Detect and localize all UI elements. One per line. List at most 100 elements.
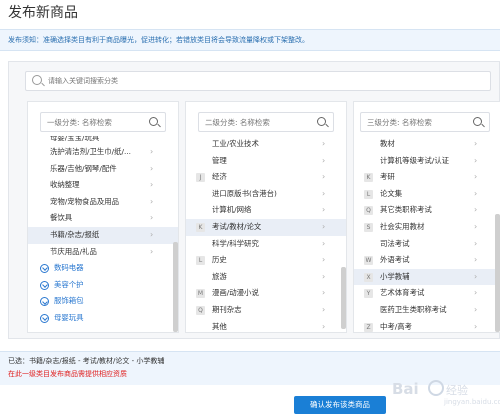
list-item-label: 旅游: [212, 271, 227, 281]
qualification-warning: 在此一级类目发布商品需提供相应资质: [8, 370, 127, 378]
list-item[interactable]: L 论文集 ›: [354, 186, 500, 203]
chevron-right-icon: ›: [150, 213, 154, 223]
index-letter: L: [364, 189, 373, 199]
level3-column: 教材 › 计算机等级考试/认证 › K 考研 › L 论文集 › Q 其它类职称考试 › S 社会实用教材 ›…: [353, 101, 500, 333]
list-item-label: 社会实用教材: [380, 221, 425, 231]
list-item-label: 计算机/网络: [212, 205, 252, 215]
index-letter: J: [196, 173, 205, 183]
level3-scrollbar[interactable]: [495, 214, 500, 332]
list-item[interactable]: K 考研 ›: [354, 169, 500, 186]
list-item[interactable]: 计算机等级考试/认证 ›: [354, 153, 500, 170]
list-item[interactable]: 其他 ›: [186, 319, 346, 332]
level2-column: 工业/农业技术 › 管理 › J 经济 › 进口原版书(含港台) › 计算机/网络 › K 考试/教材/…: [185, 101, 347, 333]
list-item-label: 节庆用品/礼品: [50, 246, 97, 256]
list-item-label: 收纳整理: [50, 180, 80, 190]
paw-icon: [428, 380, 444, 396]
list-item[interactable]: 母婴/宝宝/玩具: [28, 136, 178, 144]
list-item[interactable]: Y 艺术体育考试 ›: [354, 285, 500, 302]
chevron-right-icon: ›: [322, 188, 326, 198]
list-item[interactable]: K 考试/教材/论文 ›: [186, 218, 346, 236]
search-icon[interactable]: [473, 117, 482, 126]
list-item[interactable]: Z 中考/高考 ›: [354, 319, 500, 332]
chevron-right-icon: ›: [322, 221, 326, 231]
list-item-label: 进口原版书(含港台): [212, 188, 277, 198]
level1-scrollbar[interactable]: [173, 242, 178, 332]
list-item-label: 考试/教材/论文: [212, 221, 262, 231]
list-item[interactable]: M 漫画/动漫小说 ›: [186, 285, 346, 302]
list-item[interactable]: Q 期刊杂志 ›: [186, 302, 346, 319]
index-letter: Q: [196, 305, 205, 315]
list-item[interactable]: W 外语考试 ›: [354, 252, 500, 269]
group-label: 母婴玩具: [54, 312, 84, 322]
list-item-label: 考研: [380, 172, 395, 182]
list-item[interactable]: 工业/农业技术 ›: [186, 136, 346, 153]
chevron-right-icon: ›: [322, 271, 326, 281]
list-item[interactable]: 乐器/吉他/钢琴/配件 ›: [28, 161, 178, 178]
chevron-right-icon: ›: [474, 321, 478, 331]
list-item[interactable]: X 小学教辅 ›: [354, 268, 500, 286]
group-toggle[interactable]: 美容个护: [28, 277, 178, 294]
group-toggle[interactable]: 母婴玩具: [28, 310, 178, 327]
chevron-right-icon: ›: [474, 221, 478, 231]
level2-search[interactable]: [198, 112, 334, 132]
search-icon: [32, 75, 42, 85]
index-letter: K: [364, 173, 373, 183]
index-letter: Y: [364, 289, 373, 299]
index-letter: L: [196, 256, 205, 266]
group-toggle[interactable]: 数码电器: [28, 260, 178, 277]
list-item[interactable]: 管理 ›: [186, 153, 346, 170]
level3-search[interactable]: [360, 112, 490, 132]
group-toggle[interactable]: 服饰箱包: [28, 293, 178, 310]
index-letter: X: [364, 272, 373, 282]
list-item[interactable]: 旅游 ›: [186, 269, 346, 286]
chevron-right-icon: ›: [474, 205, 478, 215]
confirm-button[interactable]: 确认发布该类商品: [294, 396, 386, 414]
list-item[interactable]: L 历史 ›: [186, 252, 346, 269]
chevron-right-icon: ›: [150, 246, 154, 256]
chevron-right-icon: ›: [322, 304, 326, 314]
list-item[interactable]: 司法考试 ›: [354, 236, 500, 253]
level2-scrollbar[interactable]: [341, 267, 346, 329]
list-item[interactable]: 收纳整理 ›: [28, 177, 178, 194]
chevron-right-icon: ›: [474, 172, 478, 182]
group-label: 服饰箱包: [54, 296, 84, 306]
chevron-right-icon: ›: [474, 288, 478, 298]
level1-search[interactable]: [40, 112, 166, 132]
list-item[interactable]: 计算机/网络 ›: [186, 202, 346, 219]
list-item-label: 外语考试: [380, 255, 410, 265]
list-item-label: 母婴/宝宝/玩具: [50, 136, 100, 142]
list-item-label: 其它类职称考试: [380, 205, 432, 215]
list-item[interactable]: 宠物/宠物食品及用品 ›: [28, 194, 178, 211]
list-item-label: 论文集: [380, 188, 403, 198]
search-icon[interactable]: [149, 117, 158, 126]
search-icon[interactable]: [317, 117, 326, 126]
list-item[interactable]: 节庆用品/礼品 ›: [28, 244, 178, 261]
list-item[interactable]: 教材 ›: [354, 136, 500, 153]
list-item-label: 计算机等级考试/认证: [380, 155, 450, 165]
list-item[interactable]: 洗护清洁剂/卫生巾/纸/... ›: [28, 144, 178, 161]
selected-path: 已选：书籍/杂志/报纸 - 考试/教材/论文 - 小学教辅: [8, 357, 165, 365]
chevron-right-icon: ›: [474, 255, 478, 265]
category-search[interactable]: [25, 71, 491, 91]
level2-search-input[interactable]: [205, 113, 305, 131]
level3-list: 教材 › 计算机等级考试/认证 › K 考研 › L 论文集 › Q 其它类职称考试 › S 社会实用教材 ›…: [354, 136, 500, 332]
chevron-circle-icon: [40, 264, 49, 274]
category-search-input[interactable]: [48, 72, 478, 90]
list-item[interactable]: Q 其它类职称考试 ›: [354, 202, 500, 219]
list-item-label: 历史: [212, 255, 227, 265]
list-item[interactable]: 科学/科学研究 ›: [186, 236, 346, 253]
list-item-label: 司法考试: [380, 238, 410, 248]
list-item[interactable]: J 经济 ›: [186, 169, 346, 186]
chevron-right-icon: ›: [322, 255, 326, 265]
level1-search-input[interactable]: [47, 113, 147, 131]
list-item-label: 餐饮具: [50, 213, 73, 223]
list-item[interactable]: S 社会实用教材 ›: [354, 219, 500, 236]
chevron-right-icon: ›: [474, 139, 478, 148]
index-letter: S: [364, 222, 373, 232]
level3-search-input[interactable]: [367, 113, 467, 131]
list-item[interactable]: 餐饮具 ›: [28, 210, 178, 227]
list-item[interactable]: 进口原版书(含港台) ›: [186, 186, 346, 203]
list-item[interactable]: 书籍/杂志/报纸 ›: [28, 226, 178, 244]
list-item-label: 宠物/宠物食品及用品: [50, 196, 120, 206]
list-item[interactable]: 医药卫生类职称考试 ›: [354, 302, 500, 319]
